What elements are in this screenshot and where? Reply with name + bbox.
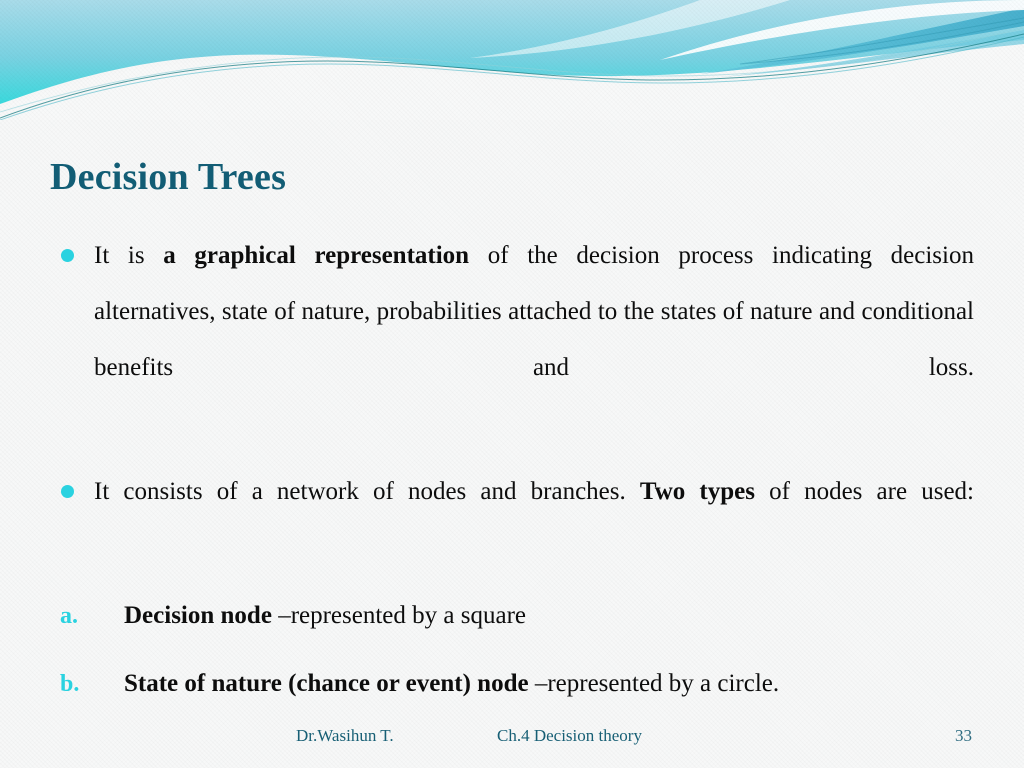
bullet-segment-bold: a graphical representation: [163, 242, 470, 269]
footer-chapter: Ch.4 Decision theory: [497, 726, 642, 745]
lettered-list-item: b. State of nature (chance or event) nod…: [56, 656, 974, 712]
slide-number: 33: [955, 726, 972, 745]
lettered-segment-bold: State of nature (chance or event) node: [124, 670, 535, 697]
bullet-segment: It is: [94, 242, 164, 269]
list-marker: b.: [60, 671, 80, 697]
bullet-text: It consists of a network of nodes and br…: [94, 478, 974, 561]
bullet-segment: of nodes are used:: [754, 478, 974, 505]
lettered-list-item: a. Decision node –represented by a squar…: [56, 588, 974, 644]
bullet-item: It consists of a network of nodes and br…: [56, 464, 974, 576]
header-wave-banner: [0, 0, 1024, 120]
list-marker: a.: [60, 603, 78, 629]
footer-author: Dr.Wasihun T.: [296, 726, 394, 745]
lettered-segment: –represented by a circle.: [534, 670, 780, 697]
slide-footer: Dr.Wasihun T. Ch.4 Decision theory 33: [0, 726, 1024, 756]
round-bullet-icon: [61, 249, 74, 262]
bullet-item: It is a graphical representation of the …: [56, 228, 974, 452]
lettered-item-text: State of nature (chance or event) node –…: [124, 670, 779, 697]
slide-body: It is a graphical representation of the …: [56, 228, 974, 724]
bullet-segment: It consists of a network of nodes and br…: [94, 478, 640, 505]
round-bullet-icon: [61, 485, 74, 498]
page-title: Decision Trees: [50, 156, 287, 198]
lettered-segment: –represented by a square: [278, 602, 526, 629]
bullet-segment-bold: Two types: [639, 478, 755, 505]
lettered-item-text: Decision node –represented by a square: [124, 602, 526, 629]
slide: Decision Trees It is a graphical represe…: [0, 0, 1024, 768]
bullet-text: It is a graphical representation of the …: [94, 242, 974, 437]
lettered-segment-bold: Decision node: [124, 602, 279, 629]
